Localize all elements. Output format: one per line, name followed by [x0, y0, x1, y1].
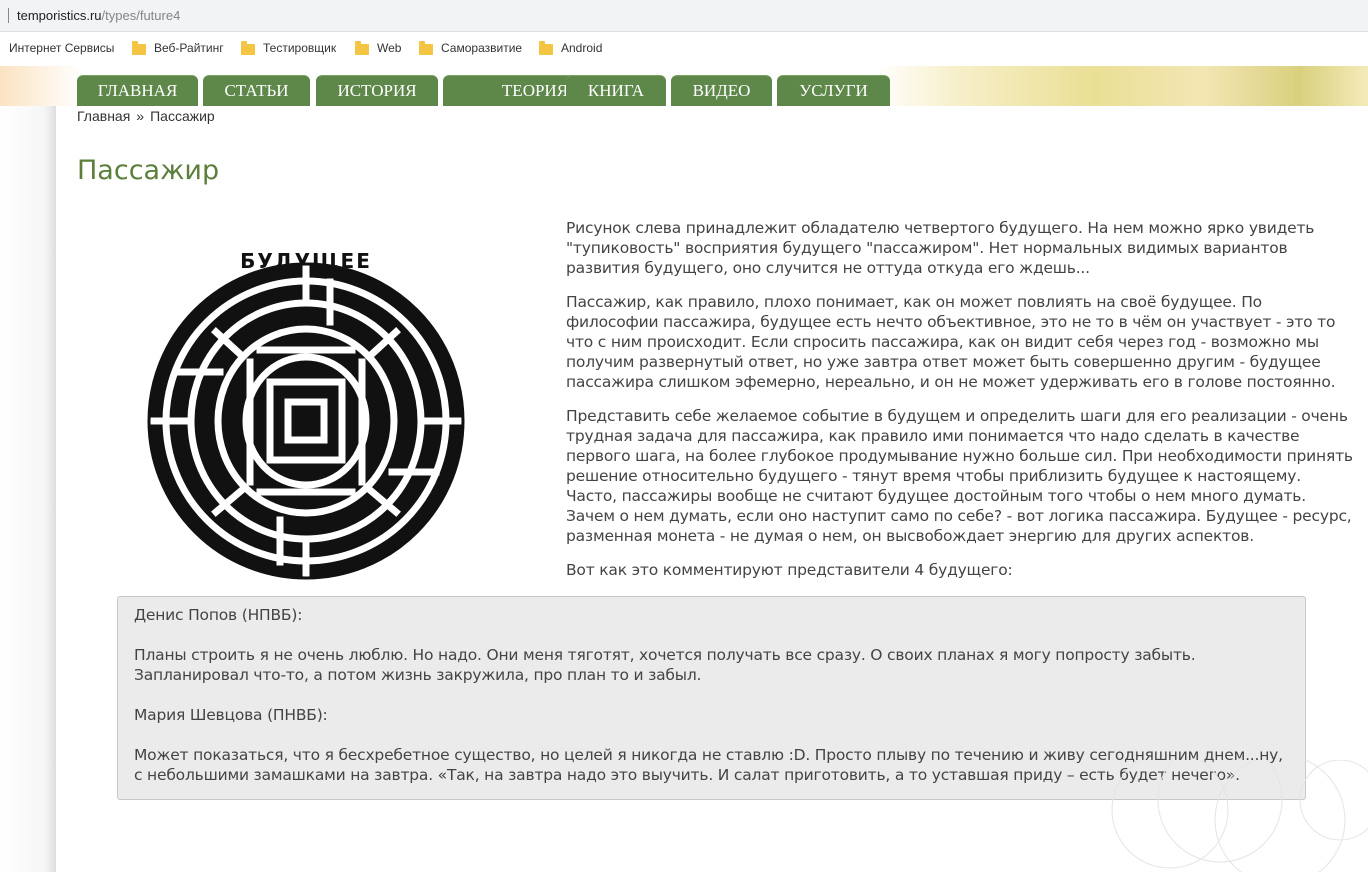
folder-icon [132, 40, 146, 55]
article-text: Рисунок слева принадлежит обладателю чет… [566, 218, 1356, 594]
nav-label: КНИГА [587, 81, 645, 100]
bookmark-folder-web[interactable]: Web [355, 40, 402, 55]
nav-articles[interactable]: СТАТЬИ [203, 75, 310, 106]
bookmark-folder-self-development[interactable]: Саморазвитие [419, 40, 523, 55]
nav-label: ВИДЕО [692, 81, 751, 100]
article-paragraph: Представить себе желаемое событие в буду… [566, 407, 1353, 545]
bookmark-label: Android [561, 41, 603, 55]
article-paragraph: Вот как это комментируют представители 4… [566, 561, 1013, 579]
bookmark-label: Саморазвитие [441, 41, 523, 55]
decorative-circles [1111, 760, 1368, 872]
url-path: /types/future4 [101, 8, 181, 23]
comment-text: Планы строить я не очень люблю. Но надо.… [134, 646, 1196, 684]
url-host: temporistics.ru [17, 8, 102, 23]
text-cursor [8, 8, 9, 23]
article-paragraph: Пассажир, как правило, плохо понимает, к… [566, 293, 1336, 391]
nav-label: ИСТОРИЯ [337, 81, 417, 100]
bookmark-folder-tester[interactable]: Тестировщик [241, 40, 337, 55]
bookmark-label: Интернет Сервисы [9, 41, 115, 55]
nav-history[interactable]: ИСТОРИЯ [316, 75, 438, 106]
bookmark-folder-android[interactable]: Android [539, 40, 603, 55]
nav-services[interactable]: УСЛУГИ [777, 75, 890, 106]
folder-icon [539, 40, 553, 55]
url-text[interactable]: temporistics.ru/types/future4 [17, 8, 180, 23]
comment-author: Мария Шевцова (ПНВБ): [134, 706, 328, 724]
address-bar[interactable]: temporistics.ru/types/future4 [0, 0, 1368, 32]
folder-icon [355, 40, 369, 55]
breadcrumb-home-link[interactable]: Главная [77, 108, 130, 124]
comment-author: Денис Попов (НПВБ): [134, 606, 303, 624]
nav-book[interactable]: КНИГА [566, 75, 666, 106]
folder-icon [419, 40, 433, 55]
article-paragraph: Рисунок слева принадлежит обладателю чет… [566, 219, 1315, 277]
nav-video[interactable]: ВИДЕО [671, 75, 772, 106]
nav-label: СТАТЬИ [224, 81, 289, 100]
bookmark-label: Веб-Райтинг [154, 41, 224, 55]
breadcrumb-separator: » [136, 108, 145, 124]
nav-label: УСЛУГИ [799, 81, 868, 100]
page-side-shadow [0, 106, 56, 872]
bookmark-folder-web-writing[interactable]: Веб-Райтинг [132, 40, 224, 55]
bookmark-label: Web [377, 41, 402, 55]
folder-icon [241, 40, 255, 55]
bookmark-label: Тестировщик [263, 41, 337, 55]
maze-sphere-illustration: БУДУЩЕЕ [147, 249, 465, 580]
bookmarks-bar: Интернет Сервисы Веб-Райтинг Тестировщик… [0, 32, 1368, 64]
page-title: Пассажир [77, 155, 220, 186]
bookmark-internet-services[interactable]: Интернет Сервисы [9, 41, 114, 55]
nav-label: ТЕОРИЯ [501, 81, 569, 100]
breadcrumb-current: Пассажир [150, 108, 215, 124]
nav-home[interactable]: ГЛАВНАЯ [77, 75, 198, 106]
nav-label: ГЛАВНАЯ [97, 81, 178, 100]
breadcrumb: Главная » Пассажир [77, 108, 215, 124]
